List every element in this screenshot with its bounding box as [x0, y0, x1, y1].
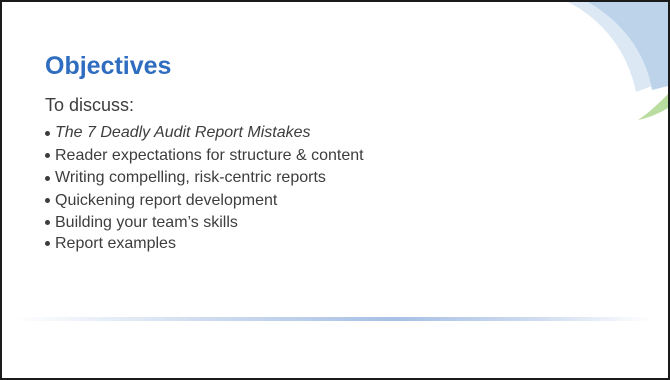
bullet-icon — [45, 153, 50, 159]
list-item: The 7 Deadly Audit Report Mistakes — [45, 122, 364, 145]
list-item: Reader expectations for structure & cont… — [45, 145, 364, 168]
bullet-icon — [45, 175, 50, 181]
bullet-icon — [45, 241, 50, 246]
list-item-text: Reader expectations for structure & cont… — [55, 146, 364, 164]
decorative-swoosh-graphic — [568, 2, 668, 120]
list-item: Report examples — [45, 233, 364, 254]
list-item-text: The 7 Deadly Audit Report Mistakes — [55, 124, 311, 142]
list-item-text: Writing compelling, risk-centric reports — [55, 169, 326, 187]
list-item-text: Report examples — [55, 234, 176, 252]
bullet-icon — [45, 198, 50, 204]
intro-text: To discuss: — [45, 95, 135, 115]
slide-title: Objectives — [45, 52, 172, 80]
list-item: Building your team’s skills — [45, 212, 364, 233]
list-item-text: Quickening report development — [55, 191, 278, 209]
list-item-text: Building your team’s skills — [55, 213, 238, 231]
divider-line — [12, 317, 652, 321]
list-item: Writing compelling, risk-centric reports — [45, 167, 364, 190]
bullet-icon — [45, 130, 50, 136]
slide: Objectives To discuss: The 7 Deadly Audi… — [0, 0, 670, 380]
list-item: Quickening report development — [45, 190, 364, 213]
bullet-icon — [45, 220, 50, 225]
objectives-list: The 7 Deadly Audit Report Mistakes Reade… — [45, 122, 364, 254]
